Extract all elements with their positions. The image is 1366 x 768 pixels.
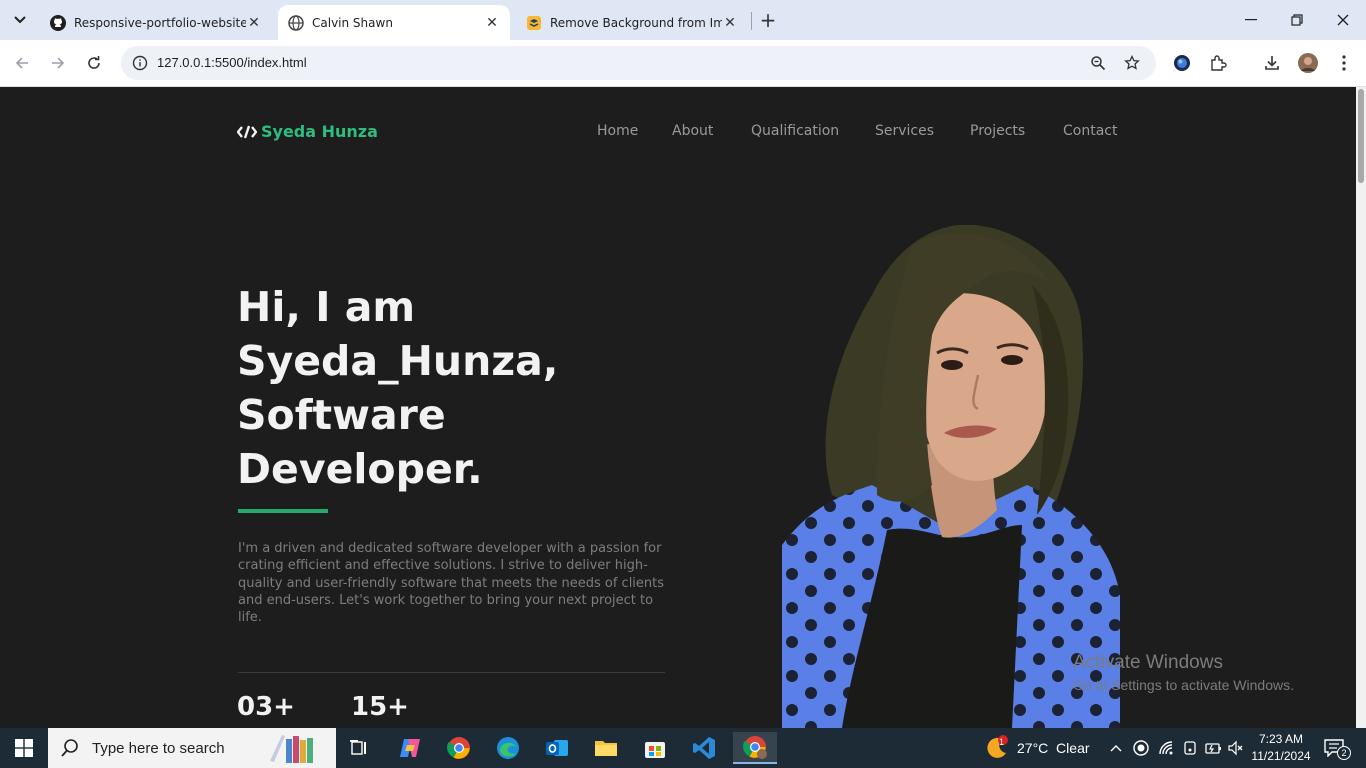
download-icon[interactable] (1261, 52, 1283, 74)
windows-logo-icon (15, 739, 33, 757)
outlook-icon[interactable] (537, 732, 577, 764)
github-icon (50, 14, 66, 31)
code-icon (237, 125, 257, 139)
taskbar-search-box[interactable]: Type here to search (48, 728, 336, 768)
task-view-icon[interactable] (340, 732, 380, 764)
nav-link-qualification[interactable]: Qualification (751, 123, 839, 139)
site-logo[interactable]: Syeda Hunza (237, 122, 378, 141)
nav-link-services[interactable]: Services (875, 123, 934, 139)
wifi-icon[interactable] (1158, 728, 1176, 768)
divider (238, 672, 665, 673)
bookmark-star-icon[interactable] (1121, 52, 1143, 74)
tab-remove-bg[interactable]: Remove Background from Imag ✕ (516, 5, 748, 40)
copilot-icon[interactable] (390, 732, 430, 764)
edge-icon[interactable] (488, 732, 528, 764)
system-clock[interactable]: 7:23 AM 11/21/2024 (1250, 731, 1312, 765)
address-bar[interactable]: 127.0.0.1:5500/index.html (121, 46, 1156, 80)
tab-title: Remove Background from Imag (550, 15, 722, 30)
search-placeholder: Type here to search (92, 739, 225, 757)
close-tab-icon[interactable]: ✕ (246, 15, 262, 31)
clock-date: 11/21/2024 (1251, 749, 1311, 763)
chevron-up-icon (1110, 745, 1122, 752)
clock-time: 7:23 AM (1258, 732, 1304, 746)
restore-icon (1291, 14, 1303, 26)
profile-photo (782, 225, 1120, 728)
notification-center-button[interactable]: 2 (1324, 728, 1351, 768)
stat-projects: 15+ (351, 692, 409, 722)
browser-tab-bar: Responsive-portfolio-website/a ✕ Calvin … (0, 0, 1366, 40)
arrow-right-icon (52, 57, 65, 69)
search-icon (61, 739, 78, 757)
close-tab-icon[interactable]: ✕ (722, 15, 738, 31)
close-icon (1337, 14, 1349, 26)
nav-link-home[interactable]: Home (597, 123, 638, 139)
device-icon[interactable] (1182, 728, 1198, 768)
tab-github[interactable]: Responsive-portfolio-website/a ✕ (40, 5, 272, 40)
tab-separator (751, 12, 752, 30)
url-text[interactable]: 127.0.0.1:5500/index.html (157, 55, 307, 70)
tab-title: Calvin Shawn (312, 15, 393, 30)
minimize-button[interactable] (1236, 8, 1266, 32)
new-tab-button[interactable]: + (758, 8, 778, 32)
forward-button[interactable] (46, 51, 70, 75)
hero-description: I'm a driven and dedicated software deve… (238, 541, 665, 626)
profile-avatar[interactable] (1297, 52, 1319, 74)
battery-icon[interactable] (1204, 728, 1222, 768)
back-button[interactable] (10, 51, 34, 75)
portfolio-page: Syeda Hunza Home About Qualification Ser… (0, 87, 1356, 728)
reload-icon (88, 56, 100, 69)
chrome-icon[interactable] (439, 732, 479, 764)
microsoft-store-icon[interactable] (635, 732, 675, 764)
watermark-title: Activate Windows (1073, 652, 1223, 673)
globe-icon (288, 14, 304, 31)
weather-widget[interactable]: 1 27°C Clear (984, 728, 1090, 768)
show-hidden-icons[interactable] (1110, 728, 1122, 768)
tab-calvin-shawn[interactable]: Calvin Shawn ✕ (278, 5, 510, 40)
page-scrollbar[interactable] (1356, 87, 1366, 728)
hero-line: Hi, I am (237, 283, 416, 331)
watermark-subtitle: Go to Settings to activate Windows. (1073, 677, 1294, 693)
extension-icon[interactable] (1171, 52, 1193, 74)
vscode-icon[interactable] (684, 732, 724, 764)
extensions-puzzle-icon[interactable] (1207, 52, 1229, 74)
arrow-left-icon (15, 57, 28, 69)
tab-title: Responsive-portfolio-website/a (74, 15, 246, 30)
volume-muted-icon[interactable] (1228, 728, 1244, 768)
reload-button[interactable] (82, 51, 106, 75)
windows-taskbar: Type here to search 1 27°C Clear 7:23 AM… (0, 728, 1366, 768)
weather-moon-icon (987, 735, 1008, 758)
site-info-icon[interactable] (129, 52, 151, 74)
menu-kebab-icon[interactable] (1333, 52, 1355, 74)
zoom-icon[interactable] (1087, 52, 1109, 74)
weather-badge: 1 (999, 737, 1005, 747)
nav-link-contact[interactable]: Contact (1063, 123, 1117, 139)
close-tab-icon[interactable]: ✕ (484, 15, 500, 31)
hero-line: Syeda_Hunza, (237, 337, 559, 385)
start-button[interactable] (0, 728, 48, 768)
record-icon[interactable] (1133, 728, 1149, 768)
removebg-icon (526, 15, 542, 31)
chevron-down-icon (14, 16, 26, 24)
close-window-button[interactable] (1328, 8, 1358, 32)
nav-link-projects[interactable]: Projects (970, 123, 1025, 139)
minimize-icon (1245, 19, 1257, 21)
scrollbar-thumb[interactable] (1358, 89, 1364, 183)
notification-count-badge: 2 (1337, 746, 1351, 760)
accent-underline (238, 509, 328, 513)
activate-windows-watermark: Activate Windows Go to Settings to activ… (1073, 652, 1294, 693)
chrome-active-icon[interactable] (733, 732, 777, 764)
logo-text: Syeda Hunza (261, 122, 378, 141)
search-highlight-books-icon (270, 735, 313, 763)
restore-button[interactable] (1282, 8, 1312, 32)
hero-line: Software (237, 391, 446, 439)
tab-search-button[interactable] (6, 7, 34, 33)
weather-text: 27°C Clear (1017, 740, 1090, 756)
browser-toolbar: 127.0.0.1:5500/index.html (0, 40, 1366, 87)
stat-years: 03+ (237, 692, 295, 722)
hero-heading: Hi, I am Syeda_Hunza, Software Developer… (237, 280, 697, 496)
file-explorer-icon[interactable] (586, 732, 626, 764)
hero-line: Developer. (237, 445, 483, 493)
nav-link-about[interactable]: About (672, 123, 713, 139)
